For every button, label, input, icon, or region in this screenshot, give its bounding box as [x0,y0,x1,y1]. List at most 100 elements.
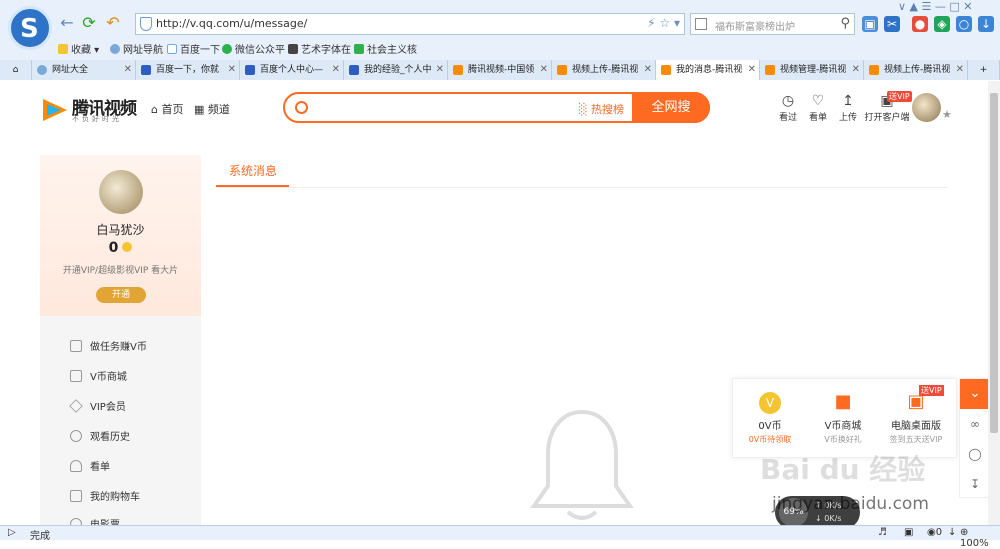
menu-item-watchlist[interactable]: 看单 [70,458,110,473]
new-tab-button[interactable]: + [968,60,1000,80]
close-icon[interactable]: ✕ [852,60,860,80]
bookmark-item[interactable]: 收藏 ▾ [58,41,99,56]
chat-icon[interactable]: ◯ [960,439,990,469]
browser-tab[interactable]: 腾讯视频-中国领 ✕ [448,60,552,80]
camera-icon[interactable]: ▣ [904,527,913,538]
search-engine-icon[interactable] [695,18,707,30]
nav-channel[interactable]: ▦ 频道 [194,101,230,117]
tab-bar: ⌂ 网址大全 ✕ 百度一下，你就 ✕ 百度个人中心— ✕ 我的经验_个人中 ✕ 腾讯视频… [0,60,1000,80]
plugin-icon[interactable]: ● [912,16,928,32]
profile-card: 白马犹沙 0 开通VIP/超级影视VIP 看大片 开通 [40,155,201,316]
shield-icon [140,17,152,31]
watchlist-button[interactable]: ♡ 看单 [803,93,833,123]
browser-tab-active[interactable]: 我的消息-腾讯视 ✕ [656,60,760,80]
menu-item-tasks[interactable]: 做任务赚V币 [70,338,147,353]
search-tool-icon[interactable]: ○ [956,16,972,32]
close-icon[interactable]: ✕ [644,60,652,80]
window-icon[interactable]: ▣ [862,16,878,32]
clock-icon: ◷ [781,93,795,109]
profile-name: 白马犹沙 [96,223,145,237]
tencent-video-icon [557,65,567,75]
floating-panel: V 0V币 0V币待领取 ■ V币商城 V币换好礼 ▣ 电脑桌面版 签到五天送V… [732,378,957,458]
watermark: Bai du 经验 [760,453,926,486]
search-button[interactable]: 全网搜 [632,92,710,123]
browser-tab[interactable]: 网址大全 ✕ [32,60,136,80]
page-scrollbar[interactable] [988,81,1000,525]
empty-bell-icon [530,409,634,520]
refresh-icon[interactable]: ⟳ [80,14,98,32]
close-icon[interactable]: ✕ [332,60,340,80]
browser-tab[interactable]: 视频上传-腾讯视 ✕ [864,60,968,80]
avatar[interactable] [912,93,941,122]
hot-search-link[interactable]: ░ 热搜榜 [579,101,624,117]
close-icon[interactable]: ✕ [956,60,964,80]
close-icon[interactable]: ✕ [124,60,132,80]
tencent-video-icon [453,65,463,75]
window-controls[interactable]: ∨ ▲ ☰ — □ ✕ [898,0,972,13]
url-text[interactable]: http://v.qq.com/u/message/ [156,17,307,30]
menu-item-cart[interactable]: 我的购物车 [70,488,140,503]
tab-system-messages[interactable]: 系统消息 [229,162,277,179]
menu-item-coin-shop[interactable]: V币商城 [70,368,127,383]
status-bar: ▷ 完成 ♬ ▣ ◉0 ↓ ⊕ 100% [0,525,1000,549]
address-tail-icons[interactable]: ⚡ ☆ ▾ [647,16,680,30]
close-icon[interactable]: ✕ [748,60,756,80]
bookmark-item[interactable]: 艺术字体在 [288,41,351,56]
green-icon [354,44,364,54]
cut-icon[interactable]: ✂ [884,16,900,32]
upload-button[interactable]: ↥ 上传 [833,93,863,123]
menu-item-history[interactable]: 观看历史 [70,428,130,443]
float-item-coins[interactable]: V 0V币 0V币待领取 [735,391,805,445]
browser-chrome: S ← ⟳ ↶ http://v.qq.com/u/message/ ⚡ ☆ ▾… [0,0,1000,80]
close-icon[interactable]: ✕ [228,60,236,80]
wechat-icon [222,44,232,54]
bookmark-item[interactable]: 社会主义核 [354,41,417,56]
grid-icon: ▦ [194,103,205,116]
page-icon [167,44,177,54]
chevron-down-icon[interactable]: ⌄ [960,379,990,409]
star-icon [58,44,68,54]
undo-icon[interactable]: ↶ [104,14,122,32]
back-icon[interactable]: ← [58,14,76,32]
bookmark-item[interactable]: 百度一下 [167,41,220,56]
open-vip-button[interactable]: 开通 [96,287,146,303]
browser-tab[interactable]: 百度一下，你就 ✕ [136,60,240,80]
download-icon[interactable]: ↧ [960,469,990,499]
search-icon[interactable]: ⚲ [840,16,850,31]
tool-icon[interactable]: ◈ [934,16,950,32]
bookmark-item[interactable]: 微信公众平 [222,41,285,56]
cart-icon [70,490,82,502]
download-icon[interactable]: ↓ [978,16,994,32]
history-button[interactable]: ◷ 看过 [773,93,803,123]
nav-home[interactable]: ⌂ 首页 [151,101,183,117]
menu-item-vip[interactable]: VIP会员 [69,398,126,413]
link-icon[interactable]: ∞ [960,409,990,439]
heart-plus-icon: ♡ [811,93,825,109]
browser-tab[interactable]: 视频上传-腾讯视 ✕ [552,60,656,80]
security-count[interactable]: ◉0 [927,527,942,538]
address-bar[interactable]: http://v.qq.com/u/message/ ⚡ ☆ ▾ [135,13,685,35]
zoom-level[interactable]: ⊕ 100% [960,527,1000,549]
globe-icon [37,65,47,75]
float-item-desktop[interactable]: ▣ 电脑桌面版 签到五天送VIP [881,391,951,445]
sidebar-toggle-icon[interactable]: ▷ [8,527,16,538]
float-item-shop[interactable]: ■ V币商城 V币换好礼 [808,391,878,445]
browser-search-input[interactable]: 福布斯富豪榜出炉 ⚲ [690,13,855,35]
download-status-icon[interactable]: ↓ [948,527,956,538]
close-icon[interactable]: ✕ [540,60,548,80]
browser-tab[interactable]: 视频管理-腾讯视 ✕ [760,60,864,80]
baidu-icon [349,65,359,75]
volume-icon[interactable]: ♬ [878,527,887,538]
browser-tab[interactable]: 百度个人中心— ✕ [240,60,344,80]
bookmark-item[interactable]: 网址导航 [110,41,163,56]
browser-logo-icon[interactable]: S [8,6,52,50]
site-search-input[interactable]: ░ 热搜榜 全网搜 [283,92,710,123]
scrollbar-thumb[interactable] [990,93,998,433]
vip-icon [69,399,83,413]
sidebar-menu: 做任务赚V币 V币商城 VIP会员 观看历史 看单 我的购物车 电影票 [40,316,201,531]
close-icon[interactable]: ✕ [436,60,444,80]
globe-icon [110,44,120,54]
profile-avatar[interactable] [99,170,143,214]
home-tab-icon[interactable]: ⌂ [0,60,32,80]
browser-tab[interactable]: 我的经验_个人中 ✕ [344,60,448,80]
